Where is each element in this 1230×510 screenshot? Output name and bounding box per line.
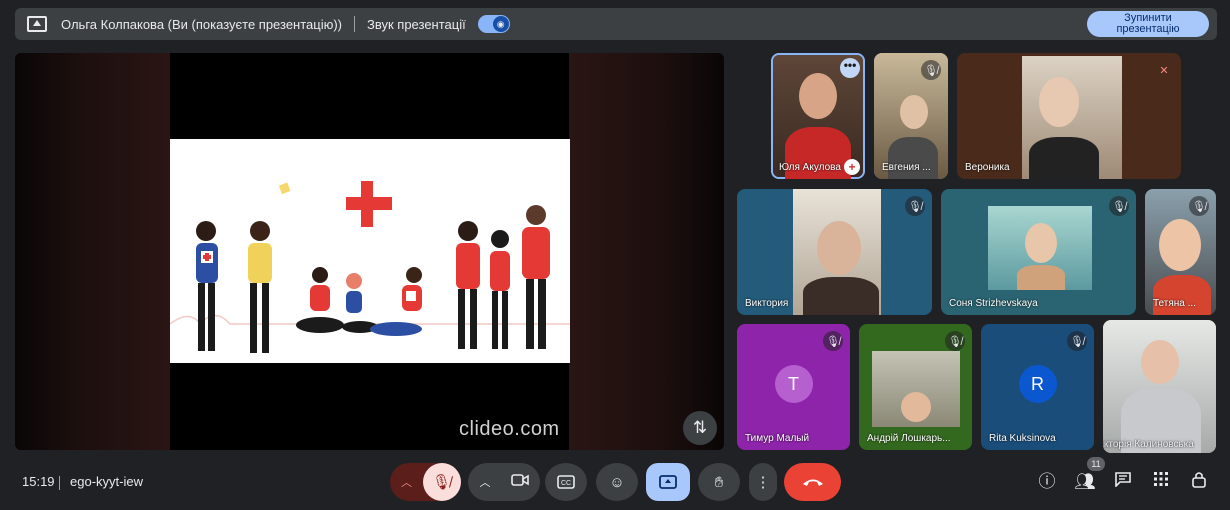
participant-tile[interactable]: 🎙︎̸ Андрій Лошкарь... <box>859 324 972 450</box>
red-cross-volunteers-illustration <box>169 139 570 363</box>
participant-name: Тетяна ... <box>1153 298 1196 309</box>
participant-face <box>799 73 837 119</box>
presentation-stage: clideo.com ⇅ <box>15 53 724 450</box>
participant-face <box>1141 340 1179 384</box>
participant-avatar: R <box>1018 365 1057 403</box>
mic-muted-icon: 🎙︎̸ <box>1067 331 1087 351</box>
svg-text:CC: CC <box>561 480 571 487</box>
divider <box>59 476 60 490</box>
mic-muted-icon: 🎙︎̸ <box>1109 196 1129 216</box>
present-screen-icon <box>27 16 47 32</box>
video-letterbox-right <box>569 53 724 450</box>
swap-layout-button[interactable]: ⇅ <box>683 411 717 445</box>
participant-face <box>817 221 861 275</box>
participant-tile[interactable]: ✕ Вероника <box>957 53 1181 179</box>
participant-name: Андрій Лошкарь... <box>867 433 951 444</box>
lock-person-icon <box>1192 472 1206 488</box>
mic-muted-icon: 🎙︎̸ <box>1189 196 1209 216</box>
presenter-label: Ольга Колпакова (Ви (показуєте презентац… <box>61 16 343 32</box>
microphone-off-button[interactable]: 🎙︎̸ <box>422 463 461 501</box>
participant-tile[interactable]: T 🎙︎̸ Тимур Малый <box>737 324 850 450</box>
mic-muted-icon: 🎙︎̸ <box>945 331 965 351</box>
participant-tile[interactable]: 🎙︎̸ Виктория <box>737 189 932 315</box>
participant-body <box>1017 265 1065 290</box>
presentation-sound-toggle[interactable]: ◉ <box>477 15 510 33</box>
participant-name: Соня Strizhevskaya <box>949 298 1038 309</box>
participant-name: Тимур Малый <box>745 433 810 444</box>
mic-muted-icon: ✕ <box>1159 64 1169 77</box>
participant-body <box>803 277 879 315</box>
emoji-icon: ☺ <box>609 473 625 491</box>
meeting-clock: 15:19 <box>22 474 55 489</box>
info-icon: ⓘ <box>1038 472 1056 491</box>
participant-face <box>1039 77 1079 127</box>
swap-arrows-icon: ⇅ <box>692 418 708 437</box>
participant-name: Вероника <box>965 162 1010 173</box>
participant-body <box>1153 275 1211 315</box>
participant-name: Юля Акулова <box>779 162 841 173</box>
mic-off-icon: 🎙︎̸ <box>431 474 452 491</box>
participant-face <box>900 95 928 129</box>
video-settings-chevron-icon[interactable]: ︿ <box>469 474 501 490</box>
microphone-control: ︿ 🎙︎̸ <box>390 463 461 501</box>
vertical-dots-icon: ⋮ <box>755 474 771 491</box>
participant-face <box>901 392 931 422</box>
people-icon: 👥︎ <box>1074 472 1096 491</box>
people-button[interactable]: 👥︎ <box>1073 470 1097 494</box>
participant-avatar: T <box>774 365 813 403</box>
host-controls-button[interactable] <box>1187 470 1211 494</box>
video-letterbox-left <box>15 53 170 450</box>
chat-button[interactable] <box>1111 470 1135 494</box>
participant-body <box>1029 137 1099 179</box>
apps-grid-icon <box>1154 472 1168 486</box>
closed-captions-icon: CC <box>557 475 575 489</box>
more-options-button[interactable]: ••• <box>840 58 860 78</box>
participant-face <box>1159 219 1201 271</box>
camera-control: ︿ <box>468 463 540 501</box>
mic-muted-icon: 🎙︎̸ <box>921 60 941 80</box>
participant-name: Виктория <box>745 298 789 309</box>
present-screen-icon <box>659 475 677 489</box>
participant-name: Вікторія Калиновська <box>1103 439 1194 450</box>
participant-tile[interactable]: 🎙︎̸ Тетяна ... <box>1145 189 1216 315</box>
reactions-button[interactable]: ☺ <box>596 463 638 501</box>
participant-face <box>1025 223 1057 263</box>
mic-muted-icon: 🎙︎̸ <box>823 331 843 351</box>
presentation-slide <box>169 139 570 363</box>
meeting-code: ego-kyyt-iew <box>70 474 143 489</box>
camera-button[interactable] <box>501 473 539 491</box>
captions-button[interactable]: CC <box>545 463 587 501</box>
divider <box>354 16 356 32</box>
hang-up-icon <box>802 479 823 486</box>
participant-name: Евгения ... <box>882 162 931 173</box>
participant-tile[interactable]: R 🎙︎̸ Rita Kuksinova <box>981 324 1094 450</box>
participant-tile[interactable]: ••• + Юля Акулова <box>771 53 865 179</box>
people-count-badge: 11 <box>1087 457 1105 471</box>
audio-settings-chevron-icon[interactable]: ︿ <box>391 474 423 490</box>
sound-on-icon: ◉ <box>492 16 509 32</box>
red-cross-logo-icon: + <box>844 159 860 175</box>
presenting-banner: Ольга Колпакова (Ви (показуєте презентац… <box>15 8 1217 40</box>
camera-icon <box>511 474 529 486</box>
clideo-watermark: clideo.com <box>459 418 560 440</box>
meeting-info-button[interactable]: ⓘ <box>1035 470 1059 494</box>
present-now-button[interactable] <box>646 463 690 501</box>
participant-name: Rita Kuksinova <box>989 433 1056 444</box>
participant-tile[interactable]: 🎙︎̸ Соня Strizhevskaya <box>941 189 1136 315</box>
presentation-sound-label: Звук презентації <box>367 16 466 32</box>
chat-icon <box>1115 472 1131 488</box>
stop-presenting-button[interactable]: Зупинити презентацію <box>1087 11 1209 37</box>
activities-button[interactable] <box>1149 470 1173 494</box>
leave-call-button[interactable] <box>784 463 841 501</box>
raise-hand-button[interactable]: ✋︎ <box>698 463 740 501</box>
participant-tile[interactable]: 🎙︎̸ Евгения ... <box>874 53 948 179</box>
more-options-button[interactable]: ⋮ <box>749 463 777 501</box>
mic-muted-icon: 🎙︎̸ <box>905 196 925 216</box>
hand-icon: ✋︎ <box>714 473 724 491</box>
participant-tile[interactable]: Вікторія Калиновська <box>1103 320 1216 453</box>
